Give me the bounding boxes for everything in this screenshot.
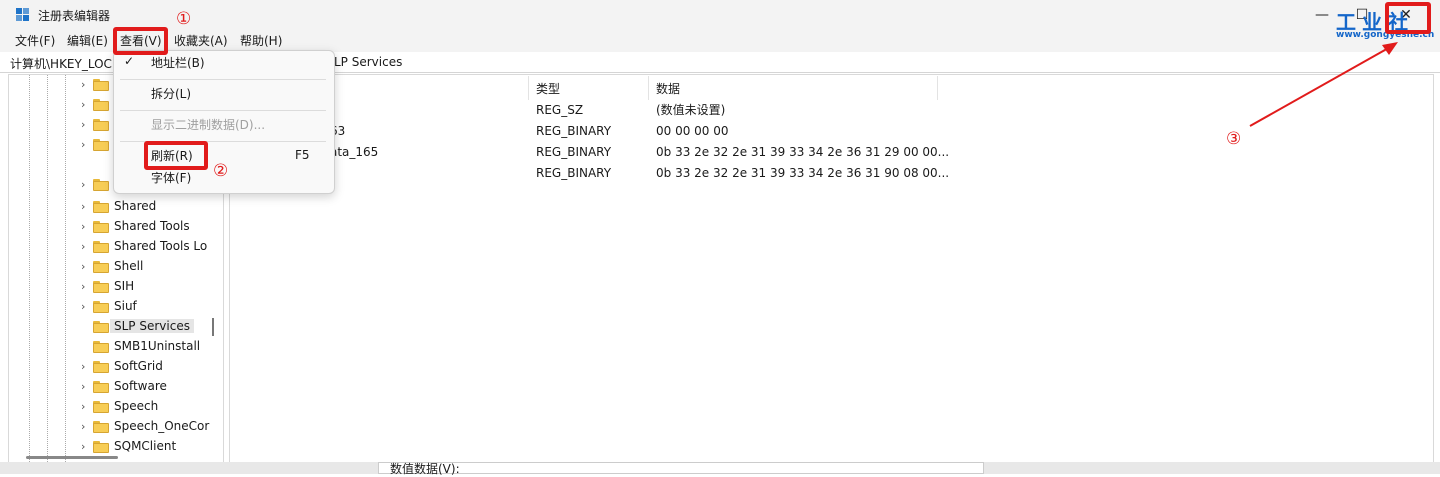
annotation-arrow (1249, 42, 1398, 127)
